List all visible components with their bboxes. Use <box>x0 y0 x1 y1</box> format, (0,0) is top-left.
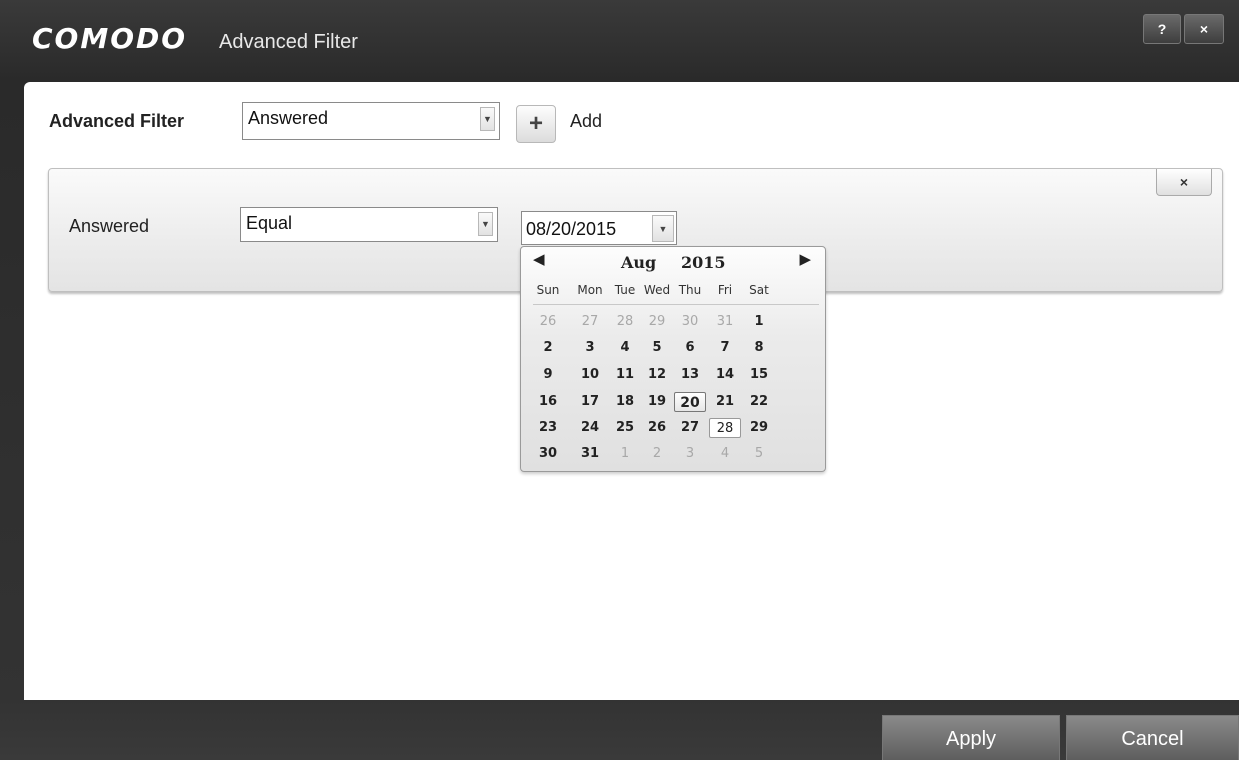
calendar-day[interactable]: 2 <box>641 444 673 464</box>
calendar-year[interactable]: 2015 <box>681 253 726 272</box>
weekday-label: Fri <box>717 283 733 297</box>
chevron-down-icon[interactable]: ▼ <box>478 212 493 236</box>
calendar-day[interactable]: 15 <box>743 365 775 385</box>
calendar-day[interactable]: 1 <box>743 312 775 332</box>
calendar-day[interactable]: 4 <box>609 338 641 358</box>
weekday-label: Wed <box>643 283 671 297</box>
next-month-icon[interactable]: ▶ <box>799 250 811 268</box>
calendar-day[interactable]: 3 <box>574 338 606 358</box>
calendar-day[interactable]: 10 <box>574 365 606 385</box>
help-button[interactable]: ? <box>1143 14 1181 44</box>
close-icon: × <box>1199 21 1209 37</box>
close-window-button[interactable]: × <box>1184 14 1224 44</box>
calendar-day[interactable]: 6 <box>674 338 706 358</box>
calendar-divider <box>533 304 819 305</box>
operator-value: Equal <box>246 213 293 233</box>
calendar-day[interactable]: 31 <box>709 312 741 332</box>
calendar-day[interactable]: 19 <box>641 392 673 412</box>
calendar-day[interactable]: 4 <box>709 444 741 464</box>
calendar-day[interactable]: 20 <box>674 392 706 412</box>
calendar-day[interactable]: 12 <box>641 365 673 385</box>
calendar-day[interactable]: 21 <box>709 392 741 412</box>
calendar-month[interactable]: Aug <box>621 253 656 272</box>
calendar-popup: ◀ Aug 2015 ▶ Sun Mon Tue Wed Thu Fri Sat 26 27 2… <box>520 246 826 472</box>
chevron-down-icon[interactable]: ▼ <box>480 107 495 131</box>
condition-field-label: Answered <box>69 216 150 236</box>
close-icon: × <box>1179 174 1189 190</box>
chevron-down-icon[interactable]: ▼ <box>652 215 674 242</box>
calendar-day[interactable]: 30 <box>674 312 706 332</box>
weekday-label: Thu <box>678 283 702 297</box>
calendar-day[interactable]: 27 <box>574 312 606 332</box>
calendar-day[interactable]: 1 <box>609 444 641 464</box>
calendar-day[interactable]: 28 <box>709 418 741 438</box>
calendar-day[interactable]: 8 <box>743 338 775 358</box>
remove-condition-button[interactable]: × <box>1156 169 1212 196</box>
calendar-day[interactable]: 9 <box>532 365 564 385</box>
calendar-day[interactable]: 7 <box>709 338 741 358</box>
advanced-filter-dialog: COMODO Advanced Filter ? × Advanced Filt… <box>0 0 1239 760</box>
calendar-day[interactable]: 5 <box>743 444 775 464</box>
window-title: Advanced Filter <box>219 31 358 53</box>
help-icon: ? <box>1157 21 1167 37</box>
calendar-day[interactable]: 28 <box>609 312 641 332</box>
prev-month-icon[interactable]: ◀ <box>533 250 545 268</box>
weekday-label: Mon <box>577 283 603 297</box>
calendar-day[interactable]: 25 <box>609 418 641 438</box>
calendar-day[interactable]: 23 <box>532 418 564 438</box>
weekday-label: Sun <box>536 283 560 297</box>
calendar-day[interactable]: 29 <box>743 418 775 438</box>
weekday-label: Tue <box>614 283 636 297</box>
operator-select[interactable]: Equal ▼ <box>240 207 498 242</box>
calendar-day[interactable]: 13 <box>674 365 706 385</box>
calendar-day[interactable]: 30 <box>532 444 564 464</box>
calendar-day[interactable]: 18 <box>609 392 641 412</box>
calendar-day[interactable]: 17 <box>574 392 606 412</box>
calendar-day[interactable]: 3 <box>674 444 706 464</box>
title-bar: COMODO Advanced Filter ? × <box>0 0 1239 82</box>
comodo-logo: COMODO <box>32 22 188 55</box>
filter-field-value: Answered <box>248 108 329 128</box>
filter-field-select[interactable]: Answered ▼ <box>242 102 500 140</box>
apply-label: Apply <box>945 728 997 750</box>
calendar-day[interactable]: 29 <box>641 312 673 332</box>
cancel-label: Cancel <box>1121 728 1184 750</box>
calendar-day[interactable]: 11 <box>609 365 641 385</box>
calendar-day[interactable]: 16 <box>532 392 564 412</box>
calendar-day[interactable]: 5 <box>641 338 673 358</box>
add-filter-button[interactable]: + <box>516 105 556 143</box>
advanced-filter-label: Advanced Filter <box>49 111 185 131</box>
calendar-day[interactable]: 26 <box>532 312 564 332</box>
calendar-day[interactable]: 26 <box>641 418 673 438</box>
weekday-label: Sat <box>749 283 769 297</box>
calendar-day[interactable]: 27 <box>674 418 706 438</box>
calendar-day[interactable]: 31 <box>574 444 606 464</box>
date-value: 08/20/2015 <box>526 219 617 239</box>
calendar-day[interactable]: 2 <box>532 338 564 358</box>
calendar-day[interactable]: 24 <box>574 418 606 438</box>
apply-button[interactable]: Apply <box>882 715 1060 760</box>
plus-icon: + <box>528 110 543 137</box>
add-label[interactable]: Add <box>570 111 602 132</box>
cancel-button[interactable]: Cancel <box>1066 715 1239 760</box>
calendar-day[interactable]: 22 <box>743 392 775 412</box>
calendar-day[interactable]: 14 <box>709 365 741 385</box>
date-picker-field[interactable]: 08/20/2015 ▼ <box>521 211 677 245</box>
